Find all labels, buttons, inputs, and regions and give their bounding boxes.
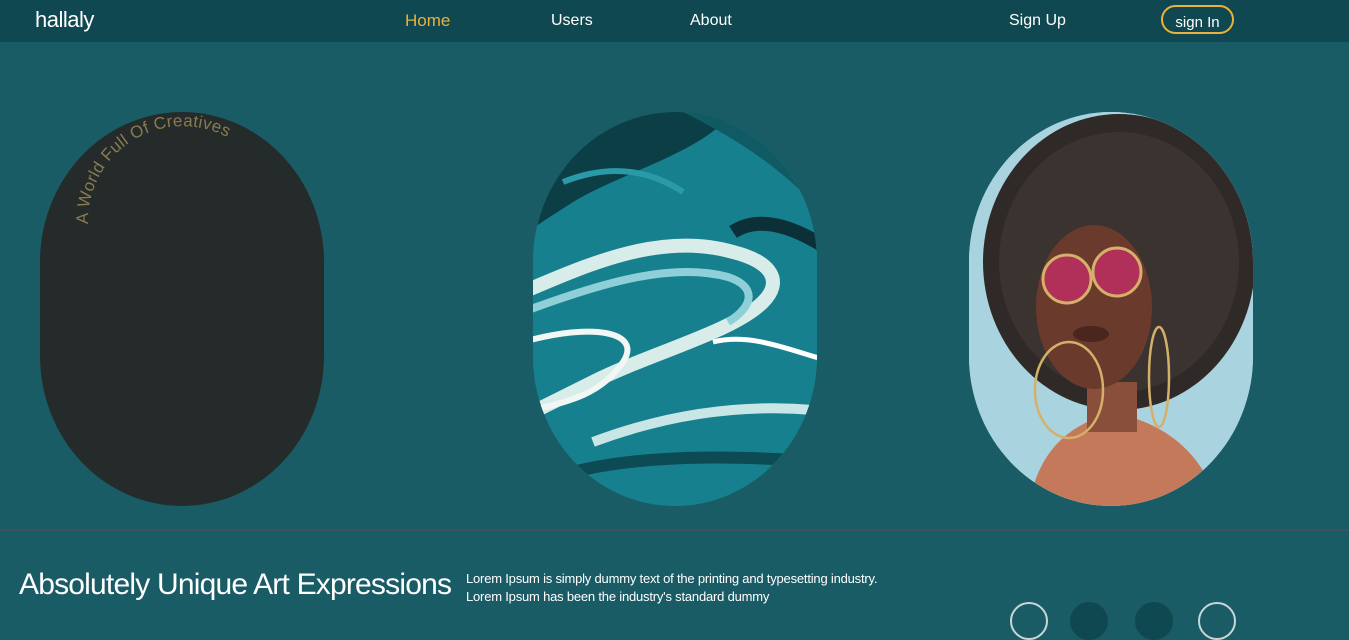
arc-text-graphic: A World Full Of Creatives xyxy=(73,112,234,224)
brand-logo[interactable]: hallaly xyxy=(35,7,94,33)
partial-circle-icon xyxy=(1135,602,1173,640)
feature-description: Lorem Ipsum is simply dummy text of the … xyxy=(466,571,878,604)
svg-text:A World Full Of Creatives: A World Full Of Creatives xyxy=(73,112,234,224)
teal-marble-swirl-image xyxy=(533,112,817,506)
marble-swirl-graphic xyxy=(533,112,817,506)
portrait-afro-sunglasses-image xyxy=(969,112,1253,506)
sign-up-link[interactable]: Sign Up xyxy=(1009,12,1066,30)
top-navbar: hallaly Home Users About Sign Up sign In xyxy=(0,0,1349,42)
section-divider xyxy=(0,529,1349,531)
feature-title: Absolutely Unique Art Expressions xyxy=(19,568,452,601)
nav-home-link[interactable]: Home xyxy=(405,11,450,31)
arc-tagline: A World Full Of Creatives xyxy=(73,112,234,224)
partial-circle-icon xyxy=(1010,602,1048,640)
nav-about-link[interactable]: About xyxy=(690,12,732,30)
portrait-graphic xyxy=(969,112,1253,506)
sign-in-button[interactable]: sign In xyxy=(1161,5,1234,34)
partial-circle-icon xyxy=(1070,602,1108,640)
nav-users-link[interactable]: Users xyxy=(551,12,593,30)
partial-circle-icon xyxy=(1198,602,1236,640)
dark-oval-panel: A World Full Of Creatives xyxy=(40,112,324,506)
